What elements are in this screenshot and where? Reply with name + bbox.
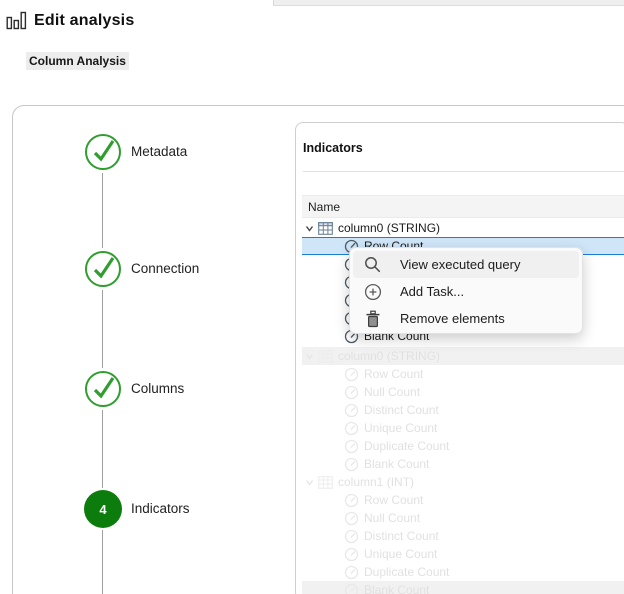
ghost-row: Blank Count bbox=[302, 581, 624, 594]
ghost-row: Null Count bbox=[302, 383, 624, 401]
add-circle-icon bbox=[363, 283, 383, 301]
step-indicators-number[interactable]: 4 bbox=[84, 490, 122, 528]
ghost-row: Row Count bbox=[302, 365, 624, 383]
context-menu: View executed query Add Task... bbox=[349, 247, 583, 334]
step-connector-1 bbox=[102, 173, 103, 248]
ghost-row: Null Count bbox=[302, 509, 624, 527]
ghost-row: Duplicate Count bbox=[302, 437, 624, 455]
step-label-columns[interactable]: Columns bbox=[131, 381, 184, 396]
ghost-row: column1 (INT) bbox=[302, 473, 624, 491]
step-columns-check[interactable] bbox=[84, 370, 122, 408]
chevron-down-icon[interactable] bbox=[304, 223, 316, 234]
table-column-icon bbox=[318, 222, 333, 235]
tree-row-label: column0 (STRING) bbox=[338, 221, 440, 235]
menu-item-label: Add Task... bbox=[400, 284, 464, 299]
step-connector-2 bbox=[102, 290, 103, 368]
ghost-row: Unique Count bbox=[302, 545, 624, 563]
step-label-metadata[interactable]: Metadata bbox=[131, 144, 187, 159]
ghost-row: Row Count bbox=[302, 491, 624, 509]
step-label-indicators[interactable]: Indicators bbox=[131, 501, 190, 516]
tree-column-header[interactable]: Name bbox=[302, 195, 624, 218]
step-number: 4 bbox=[99, 502, 106, 517]
menu-item-label: Remove elements bbox=[400, 311, 505, 326]
edit-analysis-window: Edit analysis Column Analysis Metadata C… bbox=[0, 0, 624, 594]
step-connection-check[interactable] bbox=[84, 250, 122, 288]
trash-icon bbox=[363, 310, 383, 328]
indicators-card: Indicators Name column0 (STRING) bbox=[295, 122, 624, 594]
window-top-strip bbox=[273, 0, 624, 6]
indicators-card-title: Indicators bbox=[303, 141, 363, 155]
step-label-connection[interactable]: Connection bbox=[131, 261, 199, 276]
tree-header-label: Name bbox=[308, 200, 340, 214]
ghost-row: Distinct Count bbox=[302, 527, 624, 545]
check-circle-icon bbox=[84, 370, 122, 408]
tree-ghost-repaint: column0 (STRING) Row Count Null Count Di… bbox=[302, 347, 624, 594]
ghost-row: Blank Count bbox=[302, 455, 624, 473]
search-icon bbox=[363, 256, 383, 274]
tree-row-column0[interactable]: column0 (STRING) bbox=[302, 219, 624, 237]
menu-item-view-executed-query[interactable]: View executed query bbox=[353, 251, 579, 278]
page-header: Edit analysis bbox=[6, 11, 134, 30]
ghost-row: Distinct Count bbox=[302, 401, 624, 419]
menu-item-label: View executed query bbox=[400, 257, 520, 272]
tab-column-analysis[interactable]: Column Analysis bbox=[26, 52, 129, 70]
check-circle-icon bbox=[84, 133, 122, 171]
card-divider bbox=[303, 171, 624, 172]
menu-item-add-task[interactable]: Add Task... bbox=[353, 278, 579, 305]
check-circle-icon bbox=[84, 250, 122, 288]
step-connector-3 bbox=[102, 410, 103, 488]
step-connector-4 bbox=[102, 530, 103, 594]
step-metadata-check[interactable] bbox=[84, 133, 122, 171]
ghost-row: column0 (STRING) bbox=[302, 347, 624, 365]
menu-item-remove-elements[interactable]: Remove elements bbox=[353, 305, 579, 332]
analysis-bars-icon bbox=[6, 11, 27, 30]
ghost-row: Unique Count bbox=[302, 419, 624, 437]
ghost-row: Duplicate Count bbox=[302, 563, 624, 581]
page-title: Edit analysis bbox=[34, 12, 134, 30]
